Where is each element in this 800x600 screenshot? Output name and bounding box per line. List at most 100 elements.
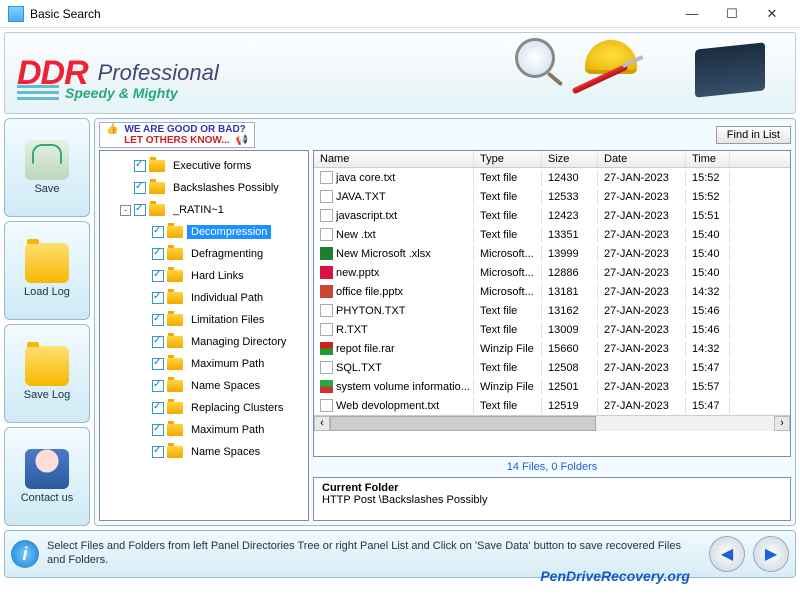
file-time: 15:47: [686, 398, 730, 414]
file-icon: [320, 399, 333, 412]
file-row[interactable]: JAVA.TXTText file1253327-JAN-202315:52: [314, 187, 790, 206]
checkbox[interactable]: [152, 446, 164, 458]
file-name: repot file.rar: [336, 343, 395, 355]
checkbox[interactable]: [152, 226, 164, 238]
sidebar-load-log-button[interactable]: Load Log: [4, 221, 90, 320]
tree-item[interactable]: Executive forms: [102, 155, 306, 177]
tree-label: Limitation Files: [187, 313, 268, 327]
file-list-header[interactable]: Name Type Size Date Time: [314, 151, 790, 168]
sidebar-save-log-button[interactable]: Save Log: [4, 324, 90, 423]
tree-item[interactable]: Name Spaces: [102, 375, 306, 397]
file-type: Text file: [474, 170, 542, 186]
file-size: 12423: [542, 208, 598, 224]
checkbox[interactable]: [152, 424, 164, 436]
content-panel: 👍 WE ARE GOOD OR BAD? LET OTHERS KNOW...…: [94, 118, 796, 526]
folder-icon: [167, 358, 183, 370]
minimize-button[interactable]: —: [672, 2, 712, 26]
checkbox[interactable]: [134, 160, 146, 172]
tree-item[interactable]: Decompression: [102, 221, 306, 243]
file-row[interactable]: R.TXTText file1300927-JAN-202315:46: [314, 320, 790, 339]
file-row[interactable]: Web devolopment.txtText file1251927-JAN-…: [314, 396, 790, 415]
sidebar-save-button[interactable]: Save: [4, 118, 90, 217]
find-in-list-button[interactable]: Find in List: [716, 126, 791, 144]
scroll-right-icon[interactable]: ›: [774, 416, 790, 431]
file-type: Text file: [474, 227, 542, 243]
maximize-button[interactable]: ☐: [712, 2, 752, 26]
info-icon: i: [11, 540, 39, 568]
tree-label: Maximum Path: [187, 423, 268, 437]
hint-text: Select Files and Folders from left Panel…: [47, 540, 701, 568]
file-name: javascript.txt: [336, 210, 397, 222]
file-row[interactable]: SQL.TXTText file1250827-JAN-202315:47: [314, 358, 790, 377]
tree-item[interactable]: Hard Links: [102, 265, 306, 287]
file-size: 15660: [542, 341, 598, 357]
file-size: 12508: [542, 360, 598, 376]
file-type: Microsoft...: [474, 246, 542, 262]
file-row[interactable]: system volume informatio...Winzip File12…: [314, 377, 790, 396]
nav-next-button[interactable]: ▶: [753, 536, 789, 572]
tree-item[interactable]: Individual Path: [102, 287, 306, 309]
file-row[interactable]: javascript.txtText file1242327-JAN-20231…: [314, 206, 790, 225]
file-time: 15:46: [686, 322, 730, 338]
checkbox[interactable]: [152, 292, 164, 304]
file-icon: [320, 361, 333, 374]
h-scrollbar[interactable]: ‹ ›: [314, 415, 790, 431]
tree-item[interactable]: Replacing Clusters: [102, 397, 306, 419]
person-icon: [25, 449, 69, 489]
file-time: 14:32: [686, 341, 730, 357]
checkbox[interactable]: [152, 314, 164, 326]
file-row[interactable]: new.pptxMicrosoft...1288627-JAN-202315:4…: [314, 263, 790, 282]
checkbox[interactable]: [152, 336, 164, 348]
tree-item[interactable]: Maximum Path: [102, 353, 306, 375]
file-row[interactable]: New .txtText file1335127-JAN-202315:40: [314, 225, 790, 244]
tree-item[interactable]: -_RATIN~1: [102, 199, 306, 221]
folder-icon: [167, 402, 183, 414]
sidebar-contact-us-button[interactable]: Contact us: [4, 427, 90, 526]
col-name[interactable]: Name: [314, 151, 474, 167]
tree-item[interactable]: Backslashes Possibly: [102, 177, 306, 199]
feedback-banner[interactable]: 👍 WE ARE GOOD OR BAD? LET OTHERS KNOW...…: [99, 122, 255, 148]
tree-label: Defragmenting: [187, 247, 267, 261]
file-icon: [320, 171, 333, 184]
file-size: 13009: [542, 322, 598, 338]
col-size[interactable]: Size: [542, 151, 598, 167]
file-row[interactable]: PHYTON.TXTText file1316227-JAN-202315:46: [314, 301, 790, 320]
tree-item[interactable]: Managing Directory: [102, 331, 306, 353]
file-list[interactable]: Name Type Size Date Time java core.txtTe…: [313, 150, 791, 457]
checkbox[interactable]: [152, 248, 164, 260]
file-row[interactable]: repot file.rarWinzip File1566027-JAN-202…: [314, 339, 790, 358]
checkbox[interactable]: [134, 182, 146, 194]
checkbox[interactable]: [152, 380, 164, 392]
file-icon: [320, 247, 333, 260]
file-size: 13181: [542, 284, 598, 300]
file-size: 12501: [542, 379, 598, 395]
helmet-icon: [585, 40, 637, 74]
checkbox[interactable]: [152, 358, 164, 370]
file-row[interactable]: java core.txtText file1243027-JAN-202315…: [314, 168, 790, 187]
tree-item[interactable]: Name Spaces: [102, 441, 306, 463]
close-button[interactable]: ✕: [752, 2, 792, 26]
tree-item[interactable]: Maximum Path: [102, 419, 306, 441]
scroll-thumb[interactable]: [330, 416, 596, 431]
tools-art: [475, 38, 775, 108]
file-row[interactable]: New Microsoft .xlsxMicrosoft...1399927-J…: [314, 244, 790, 263]
scroll-left-icon[interactable]: ‹: [314, 416, 330, 431]
file-time: 15:52: [686, 189, 730, 205]
checkbox[interactable]: [152, 402, 164, 414]
folder-tree[interactable]: Executive formsBackslashes Possibly-_RAT…: [99, 150, 309, 521]
file-type: Text file: [474, 322, 542, 338]
expand-icon[interactable]: -: [120, 205, 131, 216]
tree-item[interactable]: Defragmenting: [102, 243, 306, 265]
file-date: 27-JAN-2023: [598, 246, 686, 262]
tree-item[interactable]: Limitation Files: [102, 309, 306, 331]
file-date: 27-JAN-2023: [598, 379, 686, 395]
file-size: 13999: [542, 246, 598, 262]
nav-prev-button[interactable]: ◀: [709, 536, 745, 572]
checkbox[interactable]: [134, 204, 146, 216]
col-date[interactable]: Date: [598, 151, 686, 167]
checkbox[interactable]: [152, 270, 164, 282]
file-row[interactable]: office file.pptxMicrosoft...1318127-JAN-…: [314, 282, 790, 301]
col-type[interactable]: Type: [474, 151, 542, 167]
file-type: Text file: [474, 208, 542, 224]
col-time[interactable]: Time: [686, 151, 730, 167]
